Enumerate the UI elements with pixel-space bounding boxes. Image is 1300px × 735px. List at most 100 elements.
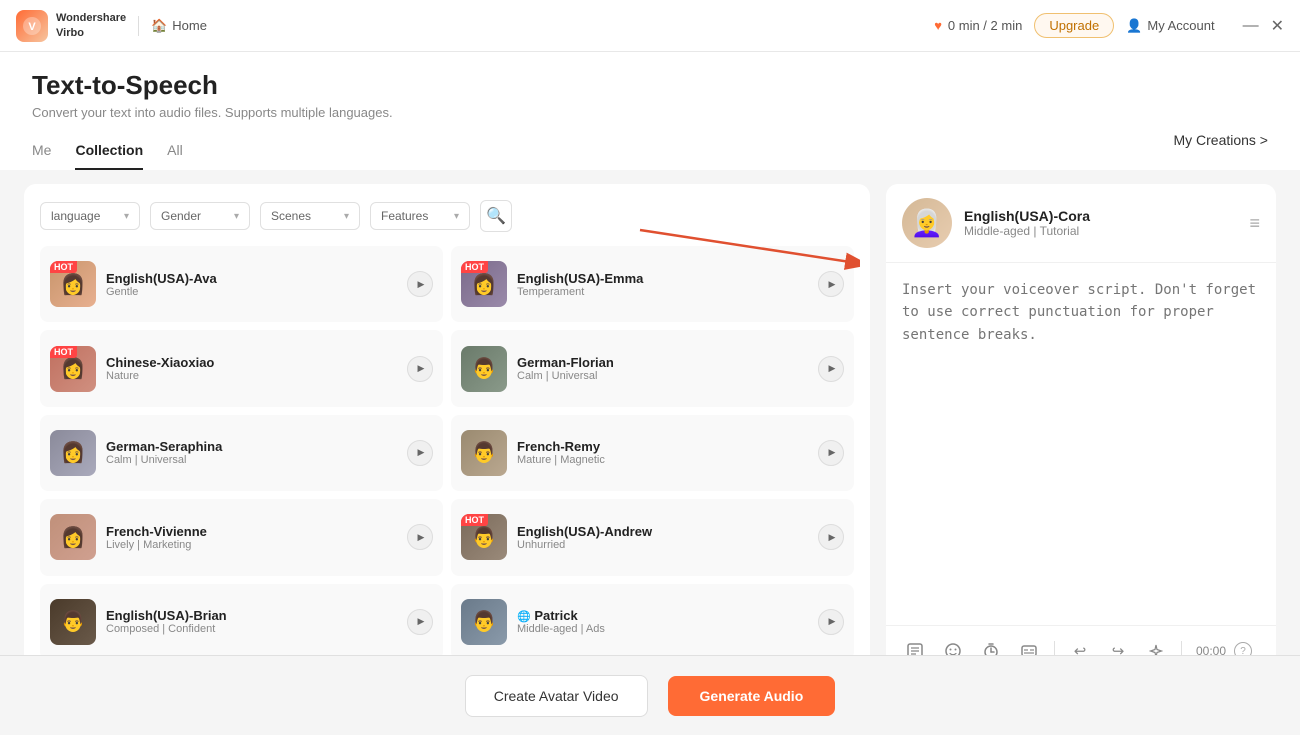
voice-name: French-Vivienne [106, 524, 397, 539]
search-button[interactable]: 🔍 [480, 200, 512, 232]
selected-avatar: 👩‍🦳 [902, 198, 952, 248]
generate-audio-button[interactable]: Generate Audio [668, 676, 836, 716]
create-avatar-button[interactable]: Create Avatar Video [465, 675, 648, 717]
play-button[interactable]: ▶ [407, 271, 433, 297]
home-label: Home [172, 18, 207, 33]
play-icon: ▶ [418, 447, 425, 458]
play-button[interactable]: ▶ [818, 356, 844, 382]
voice-tags: Calm | Universal [517, 370, 808, 382]
features-label: Features [381, 209, 428, 223]
play-button[interactable]: ▶ [407, 440, 433, 466]
voice-tags: Unhurried [517, 539, 808, 551]
voice-info: English(USA)-Andrew Unhurried [517, 524, 808, 551]
list-item[interactable]: 👩 HOT English(USA)-Ava Gentle ▶ [40, 246, 443, 322]
upgrade-button[interactable]: Upgrade [1034, 13, 1114, 38]
page-header: Text-to-Speech Convert your text into au… [0, 52, 1300, 170]
search-icon: 🔍 [486, 206, 506, 226]
close-button[interactable]: ✕ [1271, 16, 1284, 36]
tabs-bar: Me Collection All [32, 130, 1268, 170]
app-name: Wondershare Virbo [56, 11, 126, 40]
selected-voice-name: English(USA)-Cora [964, 208, 1237, 224]
play-icon: ▶ [829, 363, 836, 374]
hot-badge: HOT [50, 261, 77, 273]
avatar: 👨 HOT [461, 514, 507, 560]
play-button[interactable]: ▶ [818, 524, 844, 550]
avatar: 👩 HOT [461, 261, 507, 307]
voice-tags: Nature [106, 370, 397, 382]
script-input[interactable] [902, 279, 1260, 609]
play-icon: ▶ [829, 279, 836, 290]
voice-tags: Mature | Magnetic [517, 454, 808, 466]
voice-info: English(USA)-Ava Gentle [106, 271, 397, 298]
voice-tags: Calm | Universal [106, 454, 397, 466]
voice-name: German-Seraphina [106, 439, 397, 454]
play-button[interactable]: ▶ [818, 440, 844, 466]
voice-list-panel: language ▾ Gender ▾ Scenes ▾ Features ▾ … [24, 184, 870, 676]
gender-label: Gender [161, 209, 201, 223]
globe-icon: 🌐 [517, 611, 531, 623]
voice-info: 🌐 Patrick Middle-aged | Ads [517, 608, 808, 635]
voice-name: English(USA)-Brian [106, 608, 397, 623]
play-icon: ▶ [418, 363, 425, 374]
voice-info: French-Remy Mature | Magnetic [517, 439, 808, 466]
more-options-button[interactable]: ≡ [1249, 213, 1260, 234]
selected-voice-header: 👩‍🦳 English(USA)-Cora Middle-aged | Tuto… [886, 184, 1276, 263]
play-icon: ▶ [829, 447, 836, 458]
play-button[interactable]: ▶ [818, 271, 844, 297]
play-button[interactable]: ▶ [407, 609, 433, 635]
main-content: language ▾ Gender ▾ Scenes ▾ Features ▾ … [0, 170, 1300, 690]
play-button[interactable]: ▶ [818, 609, 844, 635]
voice-name: German-Florian [517, 355, 808, 370]
play-icon: ▶ [829, 616, 836, 627]
home-button[interactable]: 🏠 Home [151, 18, 207, 34]
voice-tags: Lively | Marketing [106, 539, 397, 551]
script-panel: 👩‍🦳 English(USA)-Cora Middle-aged | Tuto… [886, 184, 1276, 676]
avatar: 👨 [461, 430, 507, 476]
voice-info: English(USA)-Emma Temperament [517, 271, 808, 298]
divider [138, 16, 139, 36]
play-icon: ▶ [418, 616, 425, 627]
my-creations-link[interactable]: My Creations > [1173, 132, 1268, 148]
list-item[interactable]: 👨 German-Florian Calm | Universal ▶ [451, 330, 854, 406]
page-title: Text-to-Speech [32, 70, 1268, 101]
language-filter[interactable]: language ▾ [40, 202, 140, 230]
voice-name: English(USA)-Emma [517, 271, 808, 286]
voice-tags: Composed | Confident [106, 623, 397, 635]
tab-collection[interactable]: Collection [75, 142, 143, 170]
voice-info: Chinese-Xiaoxiao Nature [106, 355, 397, 382]
list-item[interactable]: 👨 🌐 Patrick Middle-aged | Ads ▶ [451, 584, 854, 660]
avatar: 👨 [461, 599, 507, 645]
voice-info: English(USA)-Brian Composed | Confident [106, 608, 397, 635]
play-button[interactable]: ▶ [407, 524, 433, 550]
scenes-filter[interactable]: Scenes ▾ [260, 202, 360, 230]
list-item[interactable]: 👨 English(USA)-Brian Composed | Confiden… [40, 584, 443, 660]
tab-me[interactable]: Me [32, 142, 51, 170]
filters-row: language ▾ Gender ▾ Scenes ▾ Features ▾ … [40, 200, 854, 232]
voice-name: English(USA)-Ava [106, 271, 397, 286]
avatar: 👩 HOT [50, 346, 96, 392]
home-icon: 🏠 [151, 18, 167, 34]
list-item[interactable]: 👩 HOT English(USA)-Emma Temperament ▶ [451, 246, 854, 322]
list-item[interactable]: 👩 HOT Chinese-Xiaoxiao Nature ▶ [40, 330, 443, 406]
scenes-label: Scenes [271, 209, 311, 223]
minimize-button[interactable]: — [1243, 17, 1259, 35]
tab-all[interactable]: All [167, 142, 183, 170]
list-item[interactable]: 👩 French-Vivienne Lively | Marketing ▶ [40, 499, 443, 575]
list-item[interactable]: 👨 French-Remy Mature | Magnetic ▶ [451, 415, 854, 491]
chevron-down-icon: ▾ [124, 211, 129, 222]
features-filter[interactable]: Features ▾ [370, 202, 470, 230]
account-label: My Account [1147, 18, 1214, 33]
account-button[interactable]: 👤 My Account [1126, 18, 1214, 34]
voice-grid: 👩 HOT English(USA)-Ava Gentle ▶ 👩 HOT En… [40, 246, 854, 660]
chevron-down-icon: ▾ [234, 211, 239, 222]
voice-info: German-Seraphina Calm | Universal [106, 439, 397, 466]
selected-voice-info: English(USA)-Cora Middle-aged | Tutorial [964, 208, 1237, 238]
list-item[interactable]: 👩 German-Seraphina Calm | Universal ▶ [40, 415, 443, 491]
list-item[interactable]: 👨 HOT English(USA)-Andrew Unhurried ▶ [451, 499, 854, 575]
voice-tags: Gentle [106, 286, 397, 298]
voice-tags: Middle-aged | Ads [517, 623, 808, 635]
avatar: 👩 HOT [50, 261, 96, 307]
play-button[interactable]: ▶ [407, 356, 433, 382]
app-logo: V [16, 10, 48, 42]
gender-filter[interactable]: Gender ▾ [150, 202, 250, 230]
